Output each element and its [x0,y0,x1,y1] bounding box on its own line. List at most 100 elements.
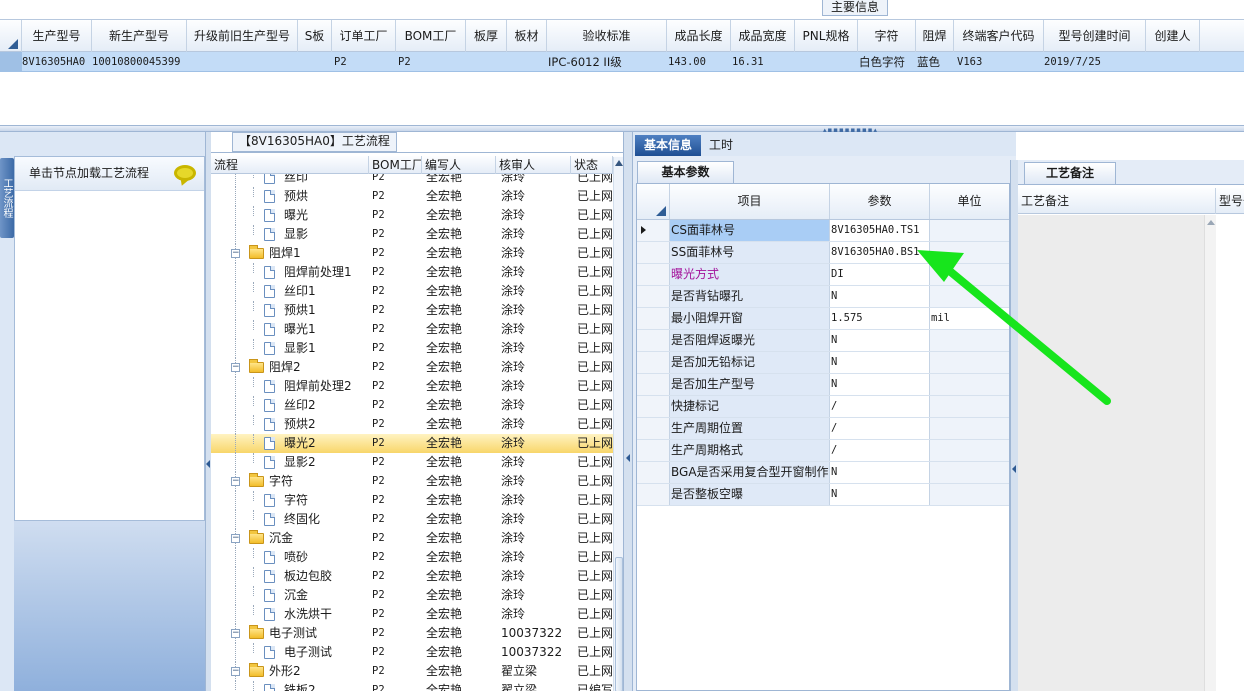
col-header-length[interactable]: 成品长度 [667,20,731,52]
tree-node-row[interactable]: 预烘2 P2 全宏艳 涂玲 已上网 [211,415,613,434]
param-row[interactable]: SS面菲林号 8V16305HA0.BS1 [637,242,1009,264]
row-header[interactable] [637,330,670,351]
col-header-bom-factory[interactable]: BOM工厂 [369,156,422,174]
row-header[interactable] [637,418,670,439]
param-row[interactable]: 生产周期位置 / [637,418,1009,440]
collapse-node-icon[interactable]: − [231,667,240,676]
param-value[interactable]: 8V16305HA0.TS1 [830,220,930,241]
tab-basic-info[interactable]: 基本信息 [635,135,701,156]
param-unit[interactable] [930,242,1009,263]
row-header[interactable] [637,462,670,483]
tree-node-row[interactable]: 终固化 P2 全宏艳 涂玲 已上网 [211,510,613,529]
tree-node-row[interactable]: 丝印 P2 全宏艳 涂玲 已上网 [211,174,613,187]
scroll-thumb[interactable] [615,557,623,691]
cell-create-time[interactable]: 2019/7/25 [1044,52,1144,72]
collapse-node-icon[interactable]: − [231,629,240,638]
row-header[interactable] [637,308,670,329]
row-header[interactable] [637,264,670,285]
cell-char[interactable]: 白色字符 [859,52,915,72]
collapse-node-icon[interactable]: − [231,477,240,486]
tree-node-row[interactable]: − 字符 P2 全宏艳 涂玲 已上网 [211,472,613,491]
row-header[interactable] [637,374,670,395]
tree-node-row[interactable]: 电子测试 P2 全宏艳 10037322 已上网 [211,643,613,662]
param-value[interactable]: N [830,484,930,505]
param-row[interactable]: 是否背钻曝孔 N [637,286,1009,308]
col-header-creator[interactable]: 创建人 [1146,20,1200,52]
tree-node-row[interactable]: − 电子测试 P2 全宏艳 10037322 已上网 [211,624,613,643]
param-unit[interactable] [930,440,1009,461]
param-unit[interactable] [930,396,1009,417]
tree-node-row[interactable]: 曝光 P2 全宏艳 涂玲 已上网 [211,206,613,225]
col-header-writer[interactable]: 编写人 [422,156,496,174]
horizontal-splitter[interactable]: ▴▪▪▪▪▪▪▪▪▴ [0,125,1244,134]
param-value[interactable]: N [830,352,930,373]
collapse-node-icon[interactable]: − [231,249,240,258]
row-header[interactable] [637,286,670,307]
param-row[interactable]: 快捷标记 / [637,396,1009,418]
param-value[interactable]: N [830,462,930,483]
param-unit[interactable] [930,484,1009,505]
remark-content[interactable] [1018,215,1216,691]
vertical-splitter-right[interactable] [1010,160,1018,691]
cell-solder-mask[interactable]: 蓝色 [917,52,953,72]
col-header-process[interactable]: 流程 [211,156,369,174]
param-row[interactable]: 是否加生产型号 N [637,374,1009,396]
param-row[interactable]: 生产周期格式 / [637,440,1009,462]
col-header-char[interactable]: 字符 [858,20,916,52]
param-value[interactable]: N [830,374,930,395]
row-header[interactable] [637,242,670,263]
col-header-order-factory[interactable]: 订单工厂 [332,20,396,52]
tree-node-row[interactable]: 预烘1 P2 全宏艳 涂玲 已上网 [211,301,613,320]
tree-node-row[interactable]: 阻焊前处理1 P2 全宏艳 涂玲 已上网 [211,263,613,282]
tree-node-row[interactable]: 丝印1 P2 全宏艳 涂玲 已上网 [211,282,613,301]
param-unit[interactable]: mil [930,308,1009,329]
cell-length[interactable]: 143.00 [668,52,728,72]
grid-corner-icon[interactable] [637,184,670,219]
col-header-param[interactable]: 参数 [830,184,930,219]
param-value[interactable]: DI [830,264,930,285]
param-row[interactable]: 最小阻焊开窗 1.575 mil [637,308,1009,330]
param-value[interactable]: 1.575 [830,308,930,329]
cell-width[interactable]: 16.31 [732,52,792,72]
scroll-up-icon[interactable] [615,160,623,166]
param-value[interactable]: N [830,330,930,351]
tree-node-row[interactable]: 显影1 P2 全宏艳 涂玲 已上网 [211,339,613,358]
col-header-unit[interactable]: 单位 [930,184,1009,219]
table-row[interactable]: 8V16305HA0 10010800045399 P2 P2 IPC-6012… [0,52,1244,72]
tree-node-row[interactable]: − 阻焊1 P2 全宏艳 涂玲 已上网 [211,244,613,263]
col-header-bom-factory[interactable]: BOM工厂 [396,20,466,52]
tree-node-row[interactable]: 板边包胶 P2 全宏艳 涂玲 已上网 [211,567,613,586]
col-header-item[interactable]: 项目 [670,184,830,219]
collapse-node-icon[interactable]: − [231,534,240,543]
col-header-status[interactable]: 状态 [571,156,613,174]
col-header-model-remark[interactable]: 型号备 [1216,188,1244,214]
col-header-acceptance-std[interactable]: 验收标准 [547,20,667,52]
tab-work-hours[interactable]: 工时 [709,135,733,156]
tree-node-row[interactable]: 字符 P2 全宏艳 涂玲 已上网 [211,491,613,510]
row-header[interactable] [637,352,670,373]
cell-order-factory[interactable]: P2 [334,52,394,72]
vertical-tab-process[interactable]: 工艺流程 [0,158,14,238]
col-header-board-thickness[interactable]: 板厚 [466,20,507,52]
param-value[interactable]: / [830,440,930,461]
param-unit[interactable] [930,418,1009,439]
tree-node-row[interactable]: 显影 P2 全宏艳 涂玲 已上网 [211,225,613,244]
row-header[interactable] [637,220,670,241]
collapse-middle-icon[interactable] [626,454,630,462]
tree-node-row[interactable]: 曝光2 P2 全宏艳 涂玲 已上网 [211,434,613,453]
col-header-solder-mask[interactable]: 阻焊 [916,20,954,52]
param-unit[interactable] [930,330,1009,351]
collapse-node-icon[interactable]: − [231,363,240,372]
col-header-pnl-spec[interactable]: PNL规格 [795,20,858,52]
tree-node-row[interactable]: 阻焊前处理2 P2 全宏艳 涂玲 已上网 [211,377,613,396]
col-header-s-board[interactable]: S板 [298,20,332,52]
vertical-splitter-middle[interactable] [623,132,633,691]
cell-new-prod-model[interactable]: 10010800045399 [92,52,187,72]
param-row[interactable]: 是否阻焊返曝光 N [637,330,1009,352]
row-header[interactable] [637,396,670,417]
scroll-up-icon[interactable] [1207,220,1215,225]
param-unit[interactable] [930,220,1009,241]
tab-basic-params[interactable]: 基本参数 [637,161,734,183]
tree-node-row[interactable]: 喷砂 P2 全宏艳 涂玲 已上网 [211,548,613,567]
tree-node-row[interactable]: 铣板2 P2 全宏艳 翟立梁 已编写 [211,681,613,691]
